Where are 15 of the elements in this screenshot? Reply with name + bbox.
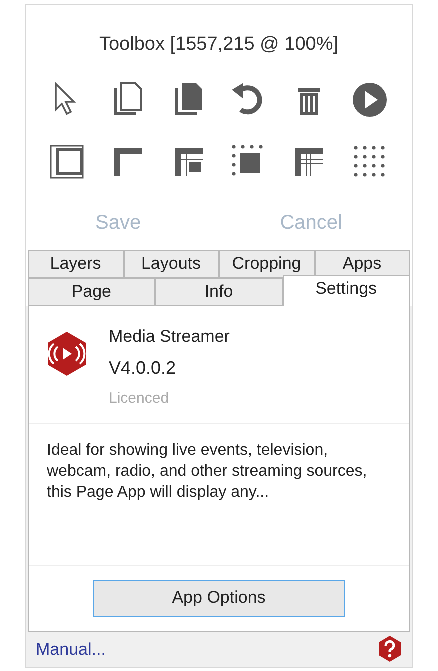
- tab[interactable]: Info: [155, 278, 283, 306]
- manual-link[interactable]: Manual...: [36, 636, 106, 662]
- app-name: Media Streamer: [109, 326, 230, 348]
- app-version: V4.0.0.2: [109, 357, 178, 380]
- window-title: Toolbox [1557,215 @ 100%]: [26, 5, 412, 70]
- app-logo-icon: [47, 332, 87, 376]
- tab[interactable]: Layers: [28, 250, 124, 278]
- app-description: Ideal for showing live events, television, webcam, radio, and other streaming sources, this Page App will display any...: [46, 440, 368, 502]
- license-status: Licenced: [109, 389, 170, 409]
- tab[interactable]: Layouts: [124, 250, 219, 278]
- tab[interactable]: Page: [28, 278, 156, 306]
- tab[interactable]: Cropping: [219, 250, 314, 278]
- app-options-button[interactable]: App Options: [93, 580, 345, 616]
- help-icon[interactable]: [378, 636, 402, 662]
- tab[interactable]: Settings: [282, 274, 410, 306]
